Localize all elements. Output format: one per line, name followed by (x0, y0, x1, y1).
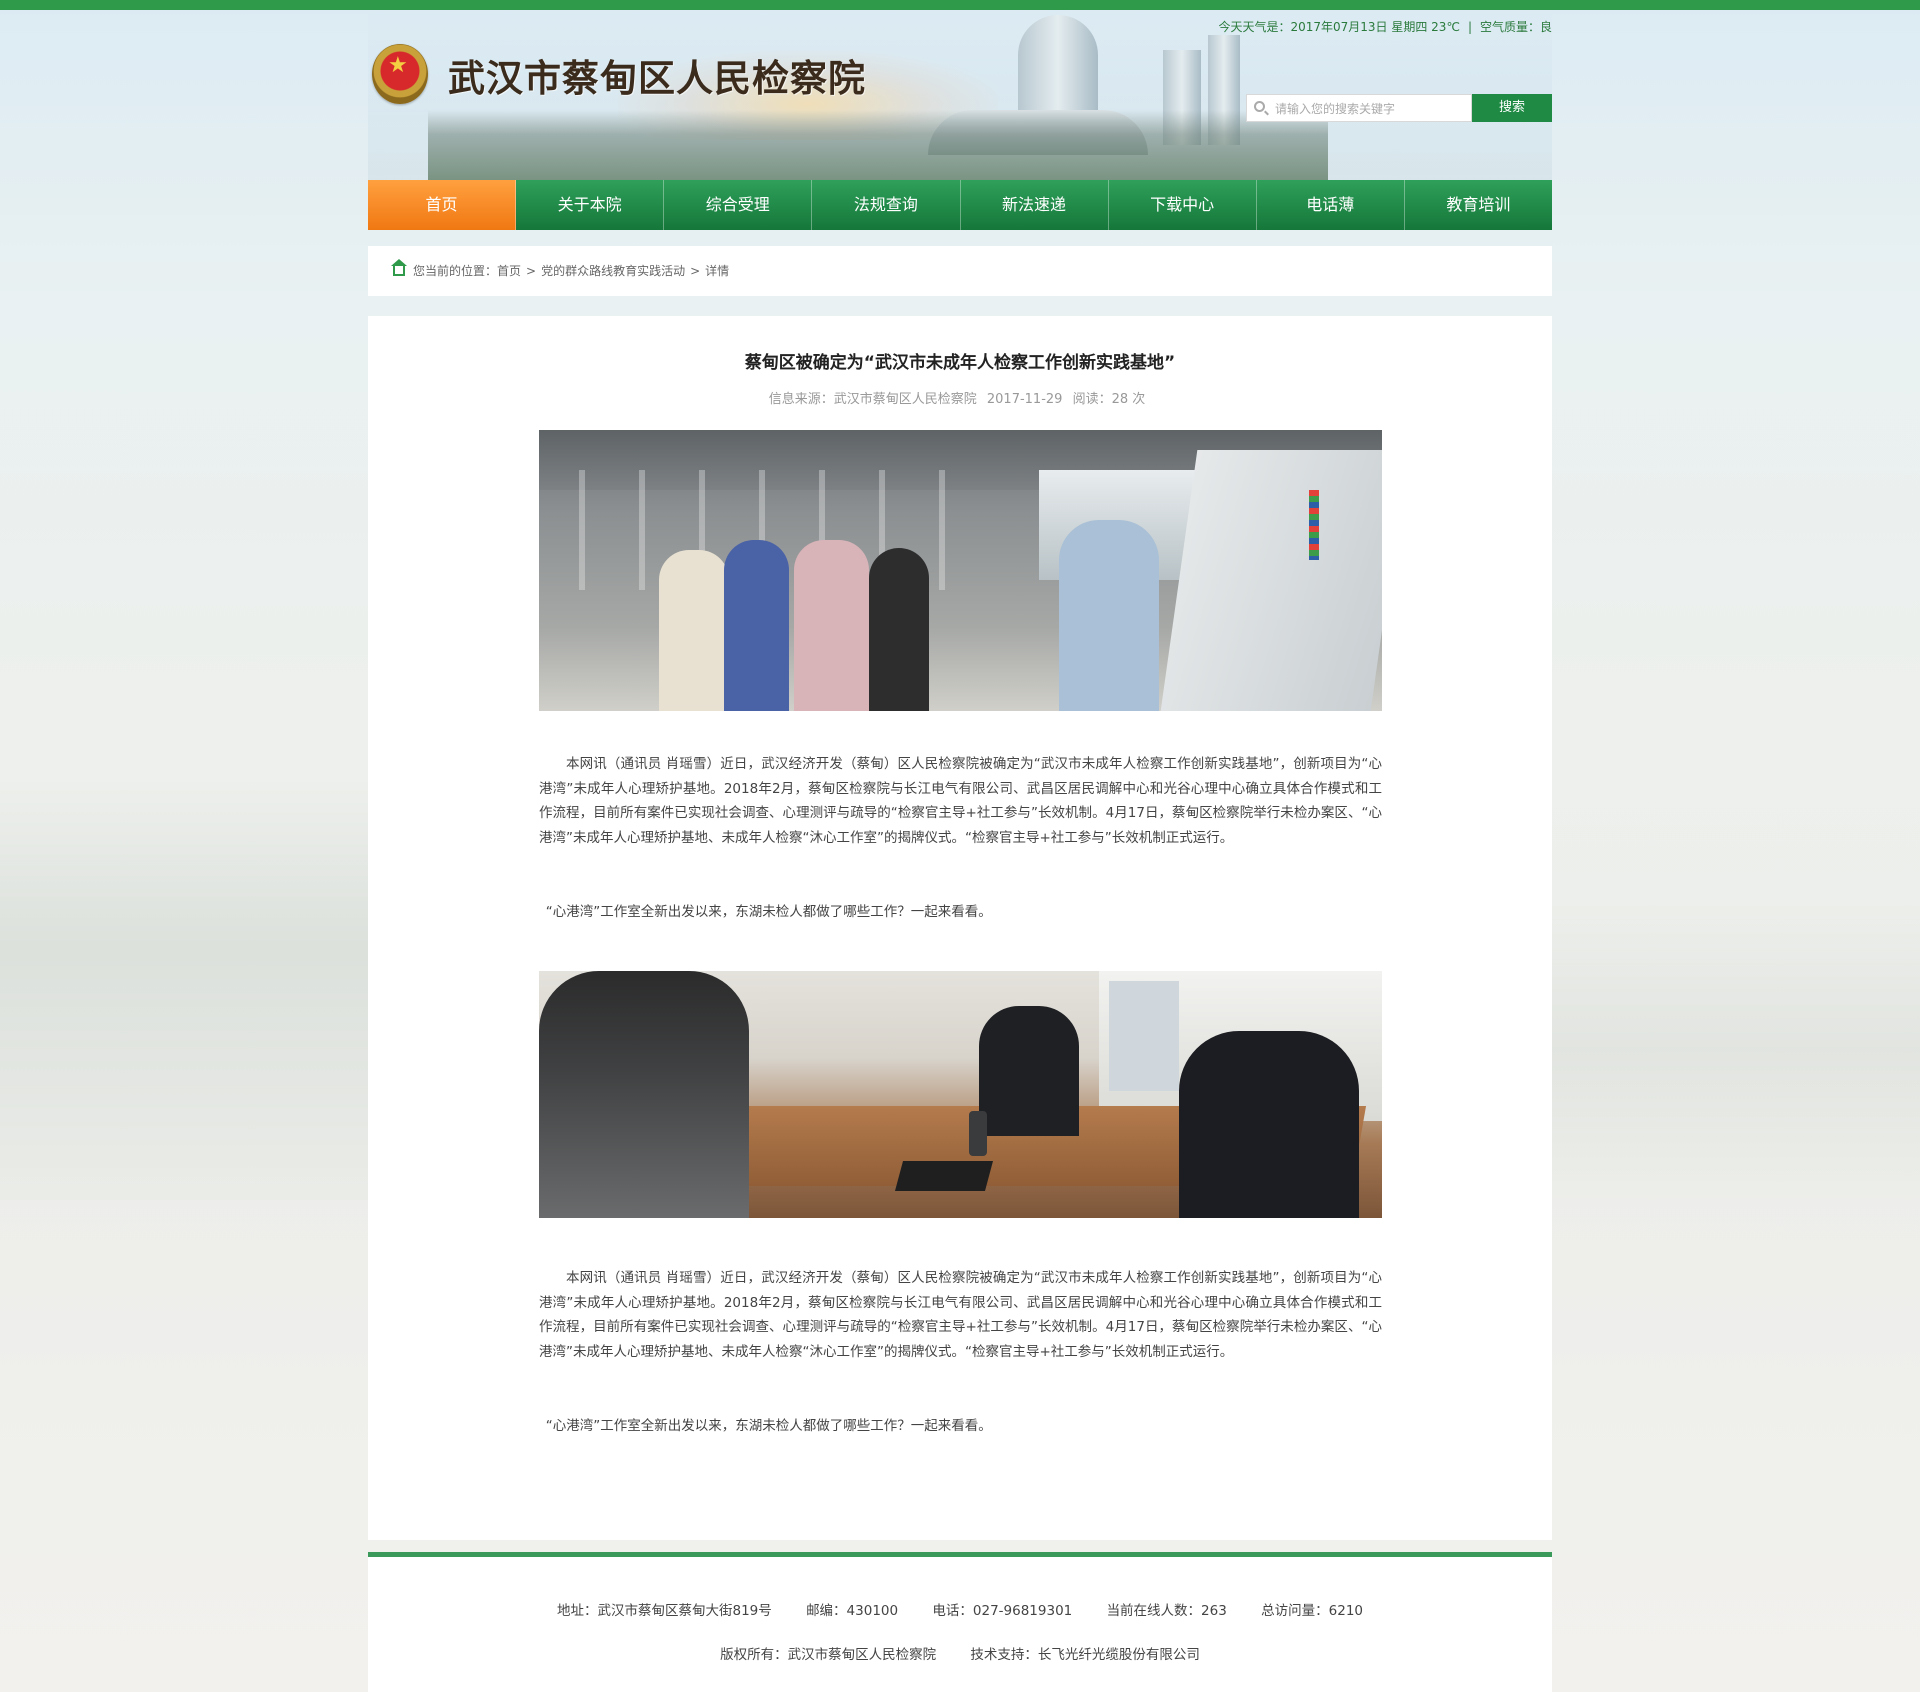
breadcrumb-current: 详情 (705, 264, 730, 278)
article-paragraph: “心港湾”工作室全新出发以来，东湖未检人都做了哪些工作？一起来看看。 (545, 1418, 992, 1434)
footer-phone: 电话：027-96819301 (932, 1603, 1073, 1619)
breadcrumb: 您当前的位置：首页 > 党的群众路线教育实践活动 > 详情 (368, 246, 1552, 296)
search-box[interactable] (1246, 94, 1472, 123)
weather-separator: | (1467, 20, 1472, 34)
footer-contact-row: 地址：武汉市蔡甸区蔡甸大街819号 邮编：430100 电话：027-96819… (368, 1599, 1552, 1619)
footer-copyright: 版权所有：武汉市蔡甸区人民检察院 (720, 1647, 937, 1663)
article-photo-counseling-room (539, 971, 1382, 1218)
weather-text: 今天天气是：2017年07月13日 星期四 23℃ (1218, 20, 1460, 34)
footer-online-count: 当前在线人数：263 (1106, 1603, 1227, 1619)
article-photo-factory-visit (539, 430, 1382, 711)
footer-copyright-row: 版权所有：武汉市蔡甸区人民检察院 技术支持：长飞光纤光缆股份有限公司 (368, 1643, 1552, 1663)
nav-item-about[interactable]: 关于本院 (516, 180, 665, 230)
breadcrumb-separator: > (690, 264, 701, 278)
article-date: 2017-11-29 (986, 392, 1063, 407)
footer-visit-count: 总访问量：6210 (1261, 1603, 1363, 1619)
breadcrumb-prefix: 您当前的位置： (413, 264, 498, 278)
breadcrumb-category-link[interactable]: 党的群众路线教育实践活动 (541, 264, 685, 278)
nav-item-comprehensive-service[interactable]: 综合受理 (664, 180, 813, 230)
nav-item-phonebook[interactable]: 电话薄 (1257, 180, 1405, 230)
breadcrumb-home-link[interactable]: 首页 (497, 264, 521, 278)
nav-item-downloads[interactable]: 下载中心 (1109, 180, 1257, 230)
footer-tech-support: 技术支持：长飞光纤光缆股份有限公司 (970, 1647, 1200, 1663)
article-meta: 信息来源：武汉市蔡甸区人民检察院 2017-11-29 阅读：28 次 (368, 388, 1552, 407)
footer-address: 地址：武汉市蔡甸区蔡甸大街819号 (556, 1603, 772, 1619)
nav-item-training[interactable]: 教育培训 (1405, 180, 1552, 230)
background-city-left (0, 780, 370, 1200)
article-title: 蔡甸区被确定为“武汉市未成年人检察工作创新实践基地” (744, 353, 1176, 373)
article-paragraph: 本网讯（通讯员 肖瑶雪）近日，武汉经济开发（蔡甸）区人民检察院被确定为“武汉市未… (539, 756, 1382, 846)
site-title[interactable]: 武汉市蔡甸区人民检察院 (448, 48, 866, 102)
site-header: ★ 武汉市蔡甸区人民检察院 今天天气是：2017年07月13日 星期四 23℃ |… (368, 10, 1552, 180)
weather-bar: 今天天气是：2017年07月13日 星期四 23℃ | 空气质量：良 (1218, 18, 1552, 35)
nav-item-home[interactable]: 首页 (368, 180, 517, 230)
national-emblem-icon[interactable]: ★ (372, 44, 428, 104)
top-green-strip (0, 0, 1920, 10)
air-quality-text: 空气质量：良 (1479, 20, 1552, 34)
article-reads: 阅读：28 次 (1072, 392, 1146, 407)
background-city-right (1550, 900, 1920, 1200)
article-paragraph: 本网讯（通讯员 肖瑶雪）近日，武汉经济开发（蔡甸）区人民检察院被确定为“武汉市未… (539, 1270, 1382, 1360)
search-icon (1254, 101, 1265, 112)
nav-item-new-laws[interactable]: 新法速递 (961, 180, 1109, 230)
main-nav: 首页 关于本院 综合受理 法规查询 新法速递 下载中心 电话薄 教育培训 (368, 180, 1552, 230)
article-source: 信息来源：武汉市蔡甸区人民检察院 (768, 392, 977, 407)
nav-item-regulations[interactable]: 法规查询 (812, 180, 961, 230)
footer-postcode: 邮编：430100 (806, 1603, 899, 1619)
search-input[interactable] (1273, 95, 1472, 123)
breadcrumb-separator: > (526, 264, 537, 278)
site-footer: 地址：武汉市蔡甸区蔡甸大街819号 邮编：430100 电话：027-96819… (368, 1552, 1552, 1692)
search-button[interactable]: 搜索 (1472, 94, 1552, 122)
article-paragraph: “心港湾”工作室全新出发以来，东湖未检人都做了哪些工作？一起来看看。 (545, 904, 992, 920)
article-panel: 蔡甸区被确定为“武汉市未成年人检察工作创新实践基地” 信息来源：武汉市蔡甸区人民… (368, 316, 1552, 1540)
home-icon (391, 259, 407, 276)
